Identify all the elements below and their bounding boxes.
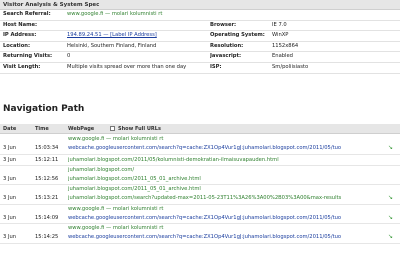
isp-label: ISP: xyxy=(210,62,272,74)
show-full-urls-checkbox[interactable] xyxy=(110,126,115,131)
visitor-analysis-panel: Visitor Analysis & System Spec Search Re… xyxy=(0,0,400,74)
navigation-path-header: Date Time WebPage Show Full URLs xyxy=(0,124,400,134)
visitor-row: Returning Visits: 0 Javascript: Enabled xyxy=(0,51,400,63)
search-referral-row: Search Referral: www.google.fi — molari … xyxy=(0,10,400,21)
open-link-icon[interactable]: ↘ xyxy=(388,233,393,240)
nav-row-title-link[interactable]: www.google.fi — molari kolumnisti rt xyxy=(68,225,163,231)
nav-row-date: 3 Jun xyxy=(3,156,17,163)
open-link-icon[interactable]: ↘ xyxy=(388,194,393,201)
navigation-row: www.google.fi — molari kolumnisti rt 3 J… xyxy=(0,205,400,224)
navigation-row: juhamolari.blogspot.com/2011_05_01_archi… xyxy=(0,185,400,205)
nav-row-time: 15:14:09 xyxy=(35,214,59,221)
nav-row-time: 15:12:56 xyxy=(35,175,59,182)
ip-address-label: IP Address: xyxy=(0,30,67,42)
search-referral-link[interactable]: www.google.fi — molari kolumnisti rt xyxy=(67,11,162,17)
nav-row-date: 3 Jun xyxy=(3,214,17,221)
nav-row-time: 15:12:11 xyxy=(35,156,59,163)
host-name-value xyxy=(67,20,210,32)
open-link-icon[interactable]: ↘ xyxy=(388,144,393,151)
isp-value: Sm/poliisiasto xyxy=(272,62,400,74)
open-link-icon[interactable]: ↘ xyxy=(388,214,393,221)
nav-row-title-link[interactable]: juhamolari.blogspot.com/ xyxy=(68,167,134,173)
visitor-info-table: Search Referral: www.google.fi — molari … xyxy=(0,10,400,74)
nav-row-url-link[interactable]: webcache.googleusercontent.com/search?q=… xyxy=(68,215,386,221)
nav-row-time: 15:13:21 xyxy=(35,195,59,201)
operating-system-label: Operating System: xyxy=(210,30,272,42)
nav-row-title-link[interactable]: www.google.fi — molari kolumnisti rt xyxy=(68,136,163,142)
returning-visits-label: Returning Visits: xyxy=(0,51,67,63)
visitor-row: Host Name: Browser: IE 7.0 xyxy=(0,20,400,32)
javascript-value: Enabled xyxy=(272,51,400,63)
search-referral-value: www.google.fi — molari kolumnisti rt xyxy=(67,10,400,21)
visitor-row: IP Address: 194.89.24.51 — [Label IP Add… xyxy=(0,30,400,42)
navigation-row: 3 Jun 15:12:11 juhamolari.blogspot.com/2… xyxy=(0,155,400,166)
nav-row-url-link[interactable]: webcache.googleusercontent.com/search?q=… xyxy=(68,145,386,151)
returning-visits-value: 0 xyxy=(67,51,210,63)
nav-row-time: 15:14:25 xyxy=(35,234,59,240)
nav-row-title-link[interactable]: juhamolari.blogspot.com/2011_05_01_archi… xyxy=(68,186,201,192)
label-ip-address-link[interactable]: 194.89.24.51 — [Label IP Address] xyxy=(67,32,157,38)
visitor-analysis-header: Visitor Analysis & System Spec xyxy=(0,0,400,10)
visitor-row: Location: Helsinki, Southern Finland, Fi… xyxy=(0,41,400,53)
nav-row-date: 3 Jun xyxy=(3,175,17,182)
nav-row-title-link[interactable]: www.google.fi — molari kolumnisti rt xyxy=(68,206,163,212)
resolution-value: 1152x864 xyxy=(272,41,400,53)
time-column-header: Time xyxy=(35,126,49,132)
nav-row-time: 15:03:34 xyxy=(35,145,59,151)
visit-length-label: Visit Length: xyxy=(0,62,67,74)
location-label: Location: xyxy=(0,41,67,53)
ip-address-value: 194.89.24.51 — [Label IP Address] xyxy=(67,30,210,42)
search-referral-label: Search Referral: xyxy=(0,10,67,21)
host-name-label: Host Name: xyxy=(0,20,67,32)
nav-row-url-link[interactable]: juhamolari.blogspot.com/2011/05/kolumnis… xyxy=(68,157,386,163)
nav-row-date: 3 Jun xyxy=(3,234,17,240)
navigation-row: www.google.fi — molari kolumnisti rt 3 J… xyxy=(0,224,400,244)
navigation-path-list: www.google.fi — molari kolumnisti rt 3 J… xyxy=(0,135,400,244)
location-value: Helsinki, Southern Finland, Finland xyxy=(67,41,210,53)
nav-row-date: 3 Jun xyxy=(3,145,17,151)
operating-system-value: WinXP xyxy=(272,30,400,42)
show-full-urls-label[interactable]: Show Full URLs xyxy=(118,124,161,134)
date-column-header: Date xyxy=(3,126,17,132)
nav-row-url-link[interactable]: webcache.googleusercontent.com/search?q=… xyxy=(68,234,386,240)
navigation-row: www.google.fi — molari kolumnisti rt 3 J… xyxy=(0,135,400,155)
visitor-row: Visit Length: Multiple visits spread ove… xyxy=(0,62,400,74)
resolution-label: Resolution: xyxy=(210,41,272,53)
navigation-path-title: Navigation Path xyxy=(3,104,85,114)
javascript-label: Javascript: xyxy=(210,51,272,63)
nav-row-url-link[interactable]: juhamolari.blogspot.com/2011_05_01_archi… xyxy=(68,176,386,182)
nav-row-date: 3 Jun xyxy=(3,195,17,201)
nav-row-url-link[interactable]: juhamolari.blogspot.com/search?updated-m… xyxy=(68,195,386,201)
webpage-column-header: WebPage xyxy=(68,126,95,132)
visit-length-value: Multiple visits spread over more than on… xyxy=(67,62,210,74)
navigation-row: juhamolari.blogspot.com/ 3 Jun 15:12:56 … xyxy=(0,166,400,185)
browser-label: Browser: xyxy=(210,20,272,32)
browser-value: IE 7.0 xyxy=(272,20,400,32)
